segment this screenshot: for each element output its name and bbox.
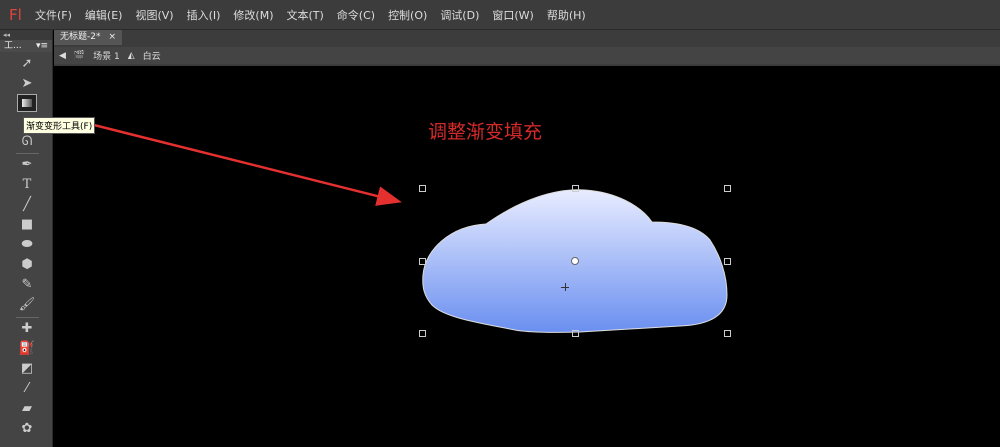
- handle[interactable]: [419, 330, 426, 337]
- handle[interactable]: [724, 330, 731, 337]
- handle[interactable]: [724, 258, 731, 265]
- center-point-handle[interactable]: [571, 257, 579, 265]
- stage-overlay: [89, 122, 731, 337]
- tooltip: 渐变变形工具(F): [23, 117, 96, 134]
- annotation-arrow: [89, 122, 402, 206]
- handle[interactable]: [724, 185, 731, 192]
- handle[interactable]: [419, 185, 426, 192]
- handle[interactable]: [419, 258, 426, 265]
